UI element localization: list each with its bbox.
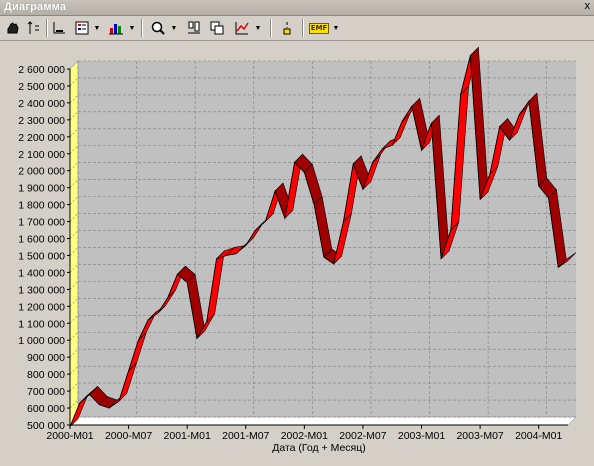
toolbar-separator <box>302 19 304 37</box>
x-tick-label: 2001-M01 <box>164 430 211 442</box>
y-tick-label: 1 200 000 <box>18 301 65 313</box>
copy-icon[interactable] <box>208 19 226 37</box>
floor <box>69 416 577 426</box>
x-tick-label: 2000-M01 <box>46 430 93 442</box>
chevron-down-icon[interactable]: ▼ <box>332 19 340 37</box>
y-tick-label: 1 800 000 <box>18 200 65 212</box>
axis-icon[interactable] <box>25 19 43 37</box>
axis-ruler-icon[interactable] <box>50 19 68 37</box>
chevron-down-icon[interactable]: ▼ <box>170 19 178 37</box>
chevron-down-icon[interactable]: ▼ <box>93 19 101 37</box>
legend-icon[interactable] <box>72 19 92 37</box>
y-tick-label: 1 100 000 <box>18 318 65 330</box>
x-tick-label: 2001-M07 <box>222 430 269 442</box>
cursor-icon[interactable] <box>278 19 296 37</box>
emf-label: EMF <box>308 22 330 34</box>
y-tick-label: 1 300 000 <box>18 284 65 296</box>
chevron-down-icon[interactable]: ▼ <box>128 19 136 37</box>
toolbar: ▼ ▼ ▼ ▼ EMF ▼ <box>0 16 594 41</box>
toolbar-separator <box>46 19 48 37</box>
y-tick-label: 1 500 000 <box>18 250 65 262</box>
y-tick-label: 2 500 000 <box>18 81 65 93</box>
close-button[interactable]: x <box>585 0 591 12</box>
x-tick-label: 2003-M01 <box>398 430 445 442</box>
y-tick-label: 2 400 000 <box>18 98 65 110</box>
y-tick-label: 700 000 <box>27 386 65 398</box>
y-tick-label: 1 900 000 <box>18 183 65 195</box>
x-tick-label: 2002-M07 <box>339 430 386 442</box>
y-tick-label: 2 000 000 <box>18 166 65 178</box>
x-tick-label: 2000-M07 <box>105 430 152 442</box>
y-tick-label: 2 300 000 <box>18 115 65 127</box>
y-tick-label: 2 200 000 <box>18 132 65 144</box>
chart-type-icon[interactable] <box>106 19 126 37</box>
y-tick-label: 1 000 000 <box>18 335 65 347</box>
emf-icon[interactable]: EMF <box>308 19 330 37</box>
y-tick-label: 2 100 000 <box>18 149 65 161</box>
y-tick-label: 2 600 000 <box>18 64 65 76</box>
x-tick-label: 2004-M01 <box>515 430 562 442</box>
chevron-down-icon[interactable]: ▼ <box>254 19 262 37</box>
window-title: Диаграмма <box>4 1 67 13</box>
y-tick-label: 1 700 000 <box>18 217 65 229</box>
y-tick-label: 800 000 <box>27 369 65 381</box>
toolbar-separator <box>141 19 143 37</box>
title-bar: Диаграмма x <box>0 0 594 16</box>
x-tick-label: 2002-M01 <box>281 430 328 442</box>
y-tick-label: 900 000 <box>27 352 65 364</box>
zoom-icon[interactable] <box>148 19 168 37</box>
y-tick-label: 1 400 000 <box>18 267 65 279</box>
chart-area: 500 000600 000700 000800 000900 0001 000… <box>18 46 577 454</box>
align-icon[interactable] <box>185 19 203 37</box>
y-tick-label: 600 000 <box>27 403 65 415</box>
toolbar-separator <box>270 19 272 37</box>
y-tick-label: 1 600 000 <box>18 234 65 246</box>
x-axis-title: Дата (Год + Месяц) <box>272 442 366 454</box>
line-chart-icon[interactable] <box>232 19 252 37</box>
hand-icon[interactable] <box>4 19 22 37</box>
x-tick-label: 2003-M07 <box>456 430 503 442</box>
